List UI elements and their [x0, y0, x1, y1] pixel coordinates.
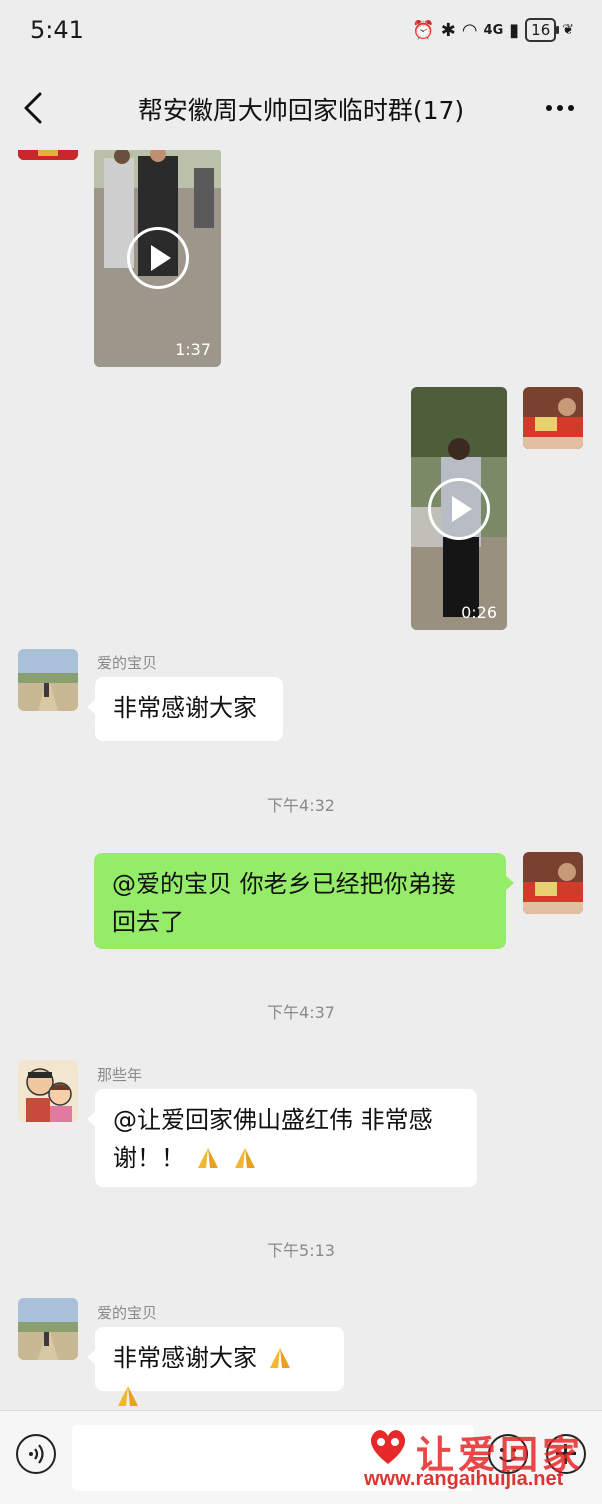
sender-name: 那些年	[97, 1066, 143, 1084]
praying-hands-emoji-icon	[269, 1348, 290, 1368]
video-duration: 1:37	[175, 340, 211, 359]
sender-name: 爱的宝贝	[97, 1304, 158, 1322]
bluetooth-icon: ✱	[440, 19, 456, 41]
message-bubble[interactable]: 非常感谢大家	[87, 1327, 344, 1406]
play-icon[interactable]	[126, 226, 189, 289]
sender-name: 爱的宝贝	[97, 654, 158, 672]
message-text: 非常感谢大家	[113, 694, 257, 722]
video-message[interactable]: 1:37	[94, 150, 221, 367]
message-text: 谢！！	[113, 1144, 185, 1172]
chat-area[interactable]: 1:37 0:26 爱的宝贝 非常感谢大家 下午4:32 @爱的宝贝 你老乡已经…	[0, 150, 602, 1410]
message-text: 回去了	[112, 908, 184, 936]
avatar[interactable]	[18, 150, 78, 160]
my-avatar[interactable]	[523, 852, 583, 914]
avatar[interactable]	[18, 1060, 78, 1122]
message-text: @爱的宝贝 你老乡已经把你弟接	[112, 870, 456, 898]
wifi-icon: ◠	[461, 19, 478, 41]
praying-hands-emoji-icon	[118, 1386, 138, 1406]
message-bubble[interactable]: 非常感谢大家	[87, 677, 283, 741]
avatar[interactable]	[18, 1298, 78, 1360]
avatar[interactable]	[18, 649, 78, 711]
praying-hands-emoji-icon	[235, 1148, 256, 1168]
message-bubble[interactable]: @爱的宝贝 你老乡已经把你弟接 回去了	[94, 853, 514, 949]
back-icon[interactable]	[18, 90, 48, 126]
signal-icon: ▮	[509, 19, 520, 41]
timestamp: 下午5:13	[267, 1241, 335, 1260]
status-bar: 5:41 ⏰ ✱ ◠ 4G ▮ 16 ❦	[0, 0, 602, 64]
voice-icon[interactable]	[16, 1434, 56, 1474]
input-bar	[0, 1410, 602, 1504]
video-message[interactable]: 0:26	[411, 387, 507, 630]
more-icon[interactable]	[542, 90, 578, 126]
timestamp: 下午4:32	[267, 796, 335, 815]
timestamp: 下午4:37	[267, 1003, 335, 1022]
battery-icon: 16	[525, 18, 560, 42]
my-avatar[interactable]	[523, 387, 583, 449]
alarm-icon: ⏰	[412, 19, 435, 41]
play-icon[interactable]	[428, 477, 490, 540]
nav-bar: 帮安徽周大帅回家临时群(17)	[0, 64, 602, 150]
leaf-icon: ❦	[562, 22, 574, 38]
chat-title: 帮安徽周大帅回家临时群(17)	[137, 96, 465, 125]
praying-hands-emoji-icon	[197, 1148, 218, 1168]
status-time: 5:41	[30, 16, 84, 44]
emoji-icon[interactable]	[488, 1434, 528, 1474]
video-duration: 0:26	[461, 603, 497, 622]
message-bubble[interactable]: @让爱回家佛山盛红伟 非常感 谢！！	[87, 1089, 477, 1187]
status-icons: ⏰ ✱ ◠ 4G ▮ 16 ❦	[412, 18, 574, 42]
network-label: 4G	[483, 22, 504, 38]
plus-icon[interactable]	[546, 1434, 586, 1474]
message-text: 非常感谢大家	[113, 1344, 257, 1372]
message-input[interactable]	[72, 1425, 474, 1491]
message-text: @让爱回家佛山盛红伟 非常感	[113, 1106, 433, 1134]
